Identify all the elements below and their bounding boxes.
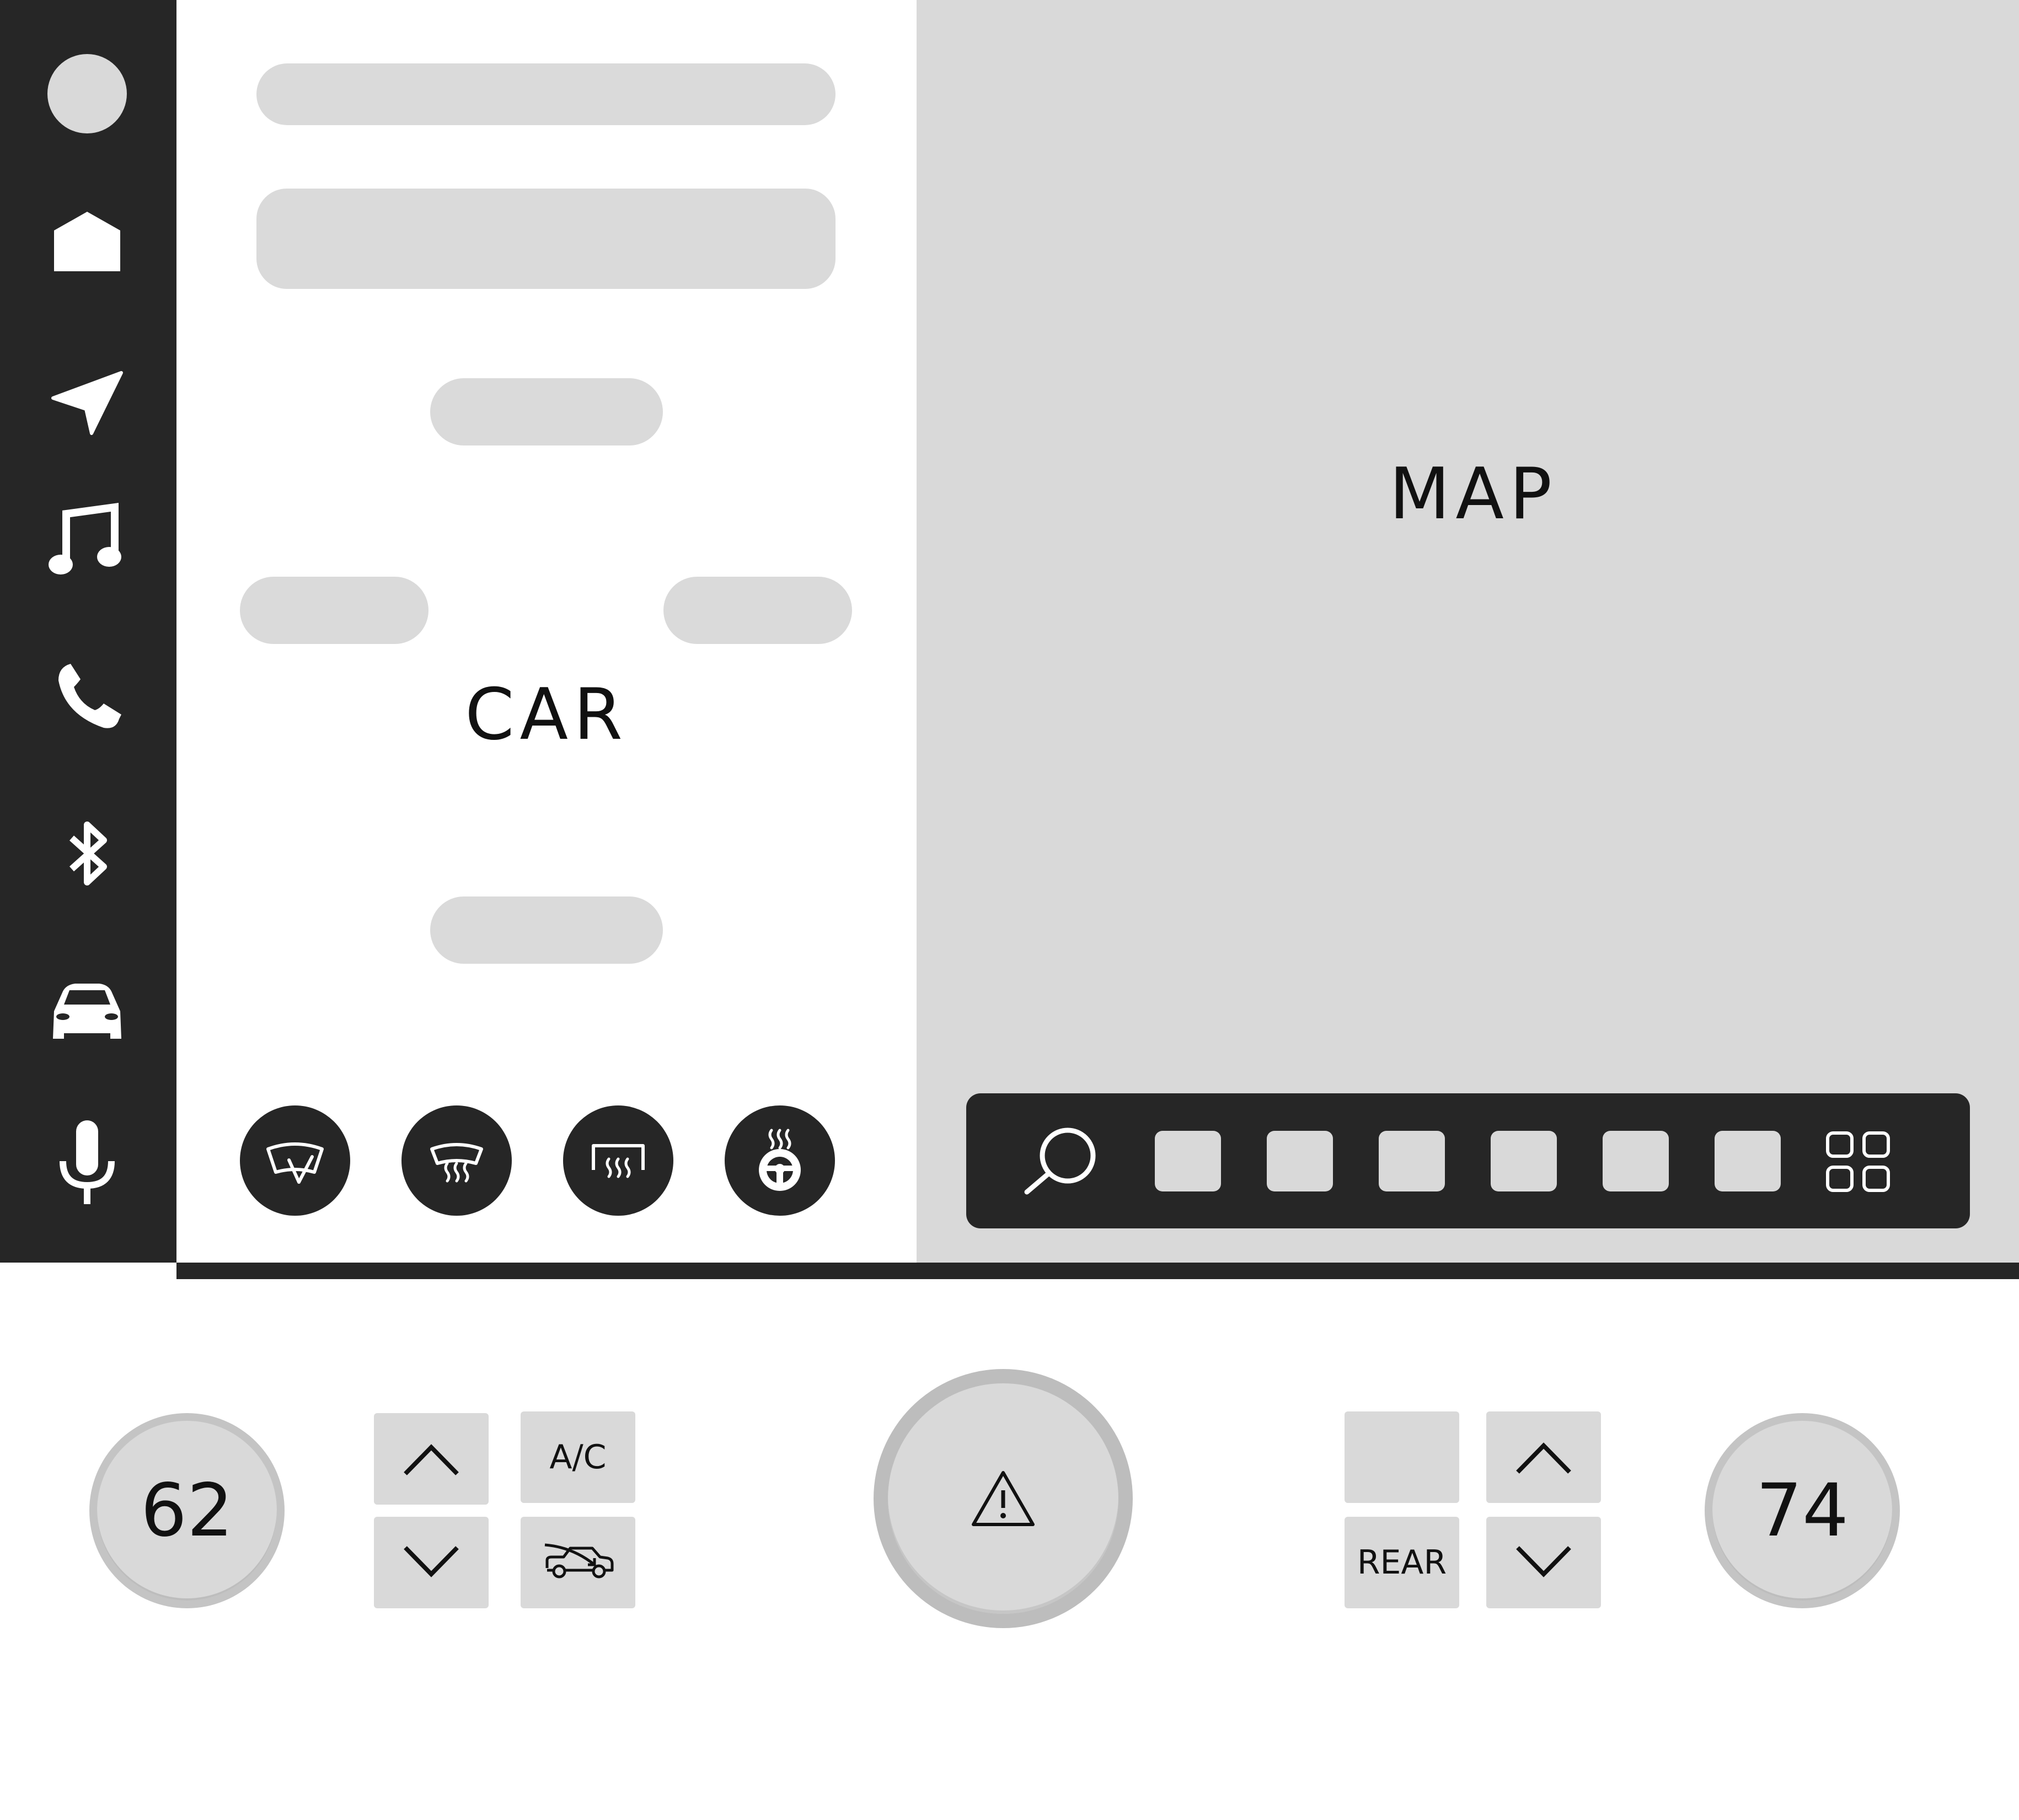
trunk-button[interactable]: [430, 378, 663, 445]
hazard-button[interactable]: [874, 1369, 1133, 1628]
front-defrost-button[interactable]: [401, 1105, 512, 1216]
dock-app-slot[interactable]: [1267, 1131, 1333, 1191]
chevron-up-icon: [404, 1444, 459, 1475]
recirculate-button[interactable]: [521, 1517, 635, 1608]
left-door-button[interactable]: [240, 577, 429, 644]
microphone-icon[interactable]: [46, 1120, 128, 1204]
rear-climate-button[interactable]: REAR: [1345, 1517, 1459, 1608]
dock-app-slot[interactable]: [1491, 1131, 1557, 1191]
chevron-down-icon: [1516, 1546, 1571, 1577]
profile-circle-icon[interactable]: [46, 53, 128, 135]
passenger-temp-down-button[interactable]: [1486, 1517, 1601, 1608]
heated-steering-button[interactable]: [725, 1105, 835, 1216]
front-defrost-icon: [430, 1143, 483, 1183]
wiper-button[interactable]: [240, 1105, 350, 1216]
status-placeholder: [256, 63, 836, 125]
car-label: CAR: [465, 674, 628, 756]
driver-temp-up-button[interactable]: [374, 1413, 489, 1505]
hazard-warning-icon: [972, 1471, 1035, 1526]
search-icon[interactable]: [1021, 1125, 1099, 1196]
recirculate-car-icon: [544, 1543, 614, 1579]
map-label: MAP: [1389, 453, 1558, 535]
passenger-temp-up-button[interactable]: [1486, 1411, 1601, 1503]
ac-button[interactable]: A/C: [521, 1411, 635, 1503]
dock-app-slot[interactable]: [1715, 1131, 1781, 1191]
rear-defrost-icon: [592, 1144, 645, 1178]
app-dock: [966, 1093, 1970, 1228]
passenger-temperature-value: 74: [1712, 1421, 1892, 1601]
driver-temperature-knob[interactable]: 62: [89, 1413, 285, 1608]
dock-app-slot[interactable]: [1379, 1131, 1445, 1191]
car-front-icon[interactable]: [46, 970, 128, 1052]
map-view[interactable]: MAP: [917, 0, 2019, 1263]
rear-defrost-button[interactable]: [563, 1105, 673, 1216]
chevron-up-icon: [1516, 1442, 1571, 1474]
home-icon[interactable]: [46, 202, 128, 283]
driver-temperature-value: 62: [97, 1421, 277, 1601]
seat-heater-button[interactable]: [1345, 1411, 1459, 1503]
nav-rail: [0, 0, 176, 1263]
right-door-button[interactable]: [663, 577, 852, 644]
bluetooth-icon[interactable]: [46, 813, 128, 894]
heated-steering-wheel-icon: [759, 1129, 801, 1191]
frunk-button[interactable]: [430, 896, 663, 964]
chevron-down-icon: [404, 1546, 459, 1577]
info-placeholder: [256, 189, 836, 289]
passenger-temperature-knob[interactable]: 74: [1705, 1413, 1900, 1608]
windshield-wiper-icon: [266, 1142, 324, 1184]
dock-app-slot[interactable]: [1155, 1131, 1221, 1191]
navigation-arrow-icon[interactable]: [46, 362, 128, 443]
music-note-icon[interactable]: [46, 498, 128, 580]
screen-divider: [176, 1263, 2019, 1279]
app-grid-icon[interactable]: [1825, 1131, 1892, 1194]
car-panel: CAR: [176, 0, 917, 1263]
dock-app-slot[interactable]: [1603, 1131, 1669, 1191]
phone-icon[interactable]: [46, 655, 128, 737]
driver-temp-down-button[interactable]: [374, 1517, 489, 1608]
